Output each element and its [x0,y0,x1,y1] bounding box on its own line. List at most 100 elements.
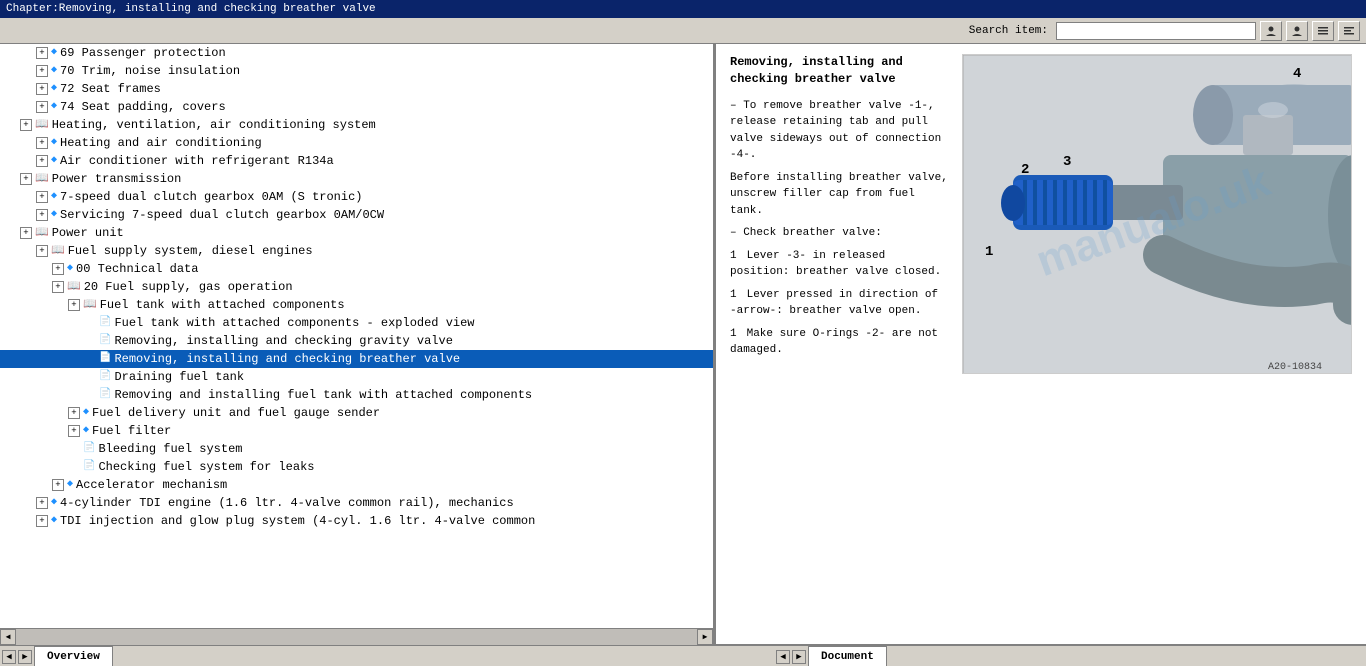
tree-item-label: Removing, installing and checking gravit… [114,333,452,349]
mechanical-illustration: 1 2 3 4 manualo.uk A20-10834 [963,55,1352,374]
tree-item[interactable]: 📄Checking fuel system for leaks [0,458,713,476]
expand-icon[interactable]: + [68,407,80,419]
tree-item[interactable]: +◆72 Seat frames [0,80,713,98]
tree-item-label: 4-cylinder TDI engine (1.6 ltr. 4-valve … [60,495,514,511]
tree-item[interactable]: 📄Bleeding fuel system [0,440,713,458]
tree-item[interactable]: +◆7-speed dual clutch gearbox 0AM (S tro… [0,188,713,206]
user-btn-1[interactable] [1260,21,1282,41]
expand-icon[interactable]: + [36,101,48,113]
expand-icon[interactable]: + [52,479,64,491]
diamond-icon: ◆ [51,189,57,205]
search-input[interactable] [1056,22,1256,40]
expand-icon[interactable]: + [36,65,48,77]
toolbar: Search item: [0,18,1366,44]
title-bar-text: Chapter:Removing, installing and checkin… [6,3,376,15]
expand-icon[interactable]: + [36,191,48,203]
book-icon: 📖 [35,117,49,133]
tree-item-label: 7-speed dual clutch gearbox 0AM (S troni… [60,189,362,205]
expand-icon[interactable]: + [36,497,48,509]
right-tabs: ◀ ▶ Document [770,646,1366,666]
left-panel: +◆69 Passenger protection+◆70 Trim, nois… [0,44,716,644]
tab-document[interactable]: Document [808,646,887,666]
left-arrow[interactable]: ◀ [2,650,16,664]
tree-item[interactable]: +◆Fuel filter [0,422,713,440]
tree-item[interactable]: 📄Removing, installing and checking gravi… [0,332,713,350]
para-remove: – To remove breather valve -1-, release … [730,98,950,164]
diamond-icon: ◆ [51,81,57,97]
tree-item[interactable]: +◆00 Technical data [0,260,713,278]
tree-item[interactable]: 📄Removing, installing and checking breat… [0,350,713,368]
diamond-icon: ◆ [51,99,57,115]
menu-btn-2[interactable] [1338,21,1360,41]
tree-item[interactable]: +◆Accelerator mechanism [0,476,713,494]
expand-icon[interactable]: + [68,425,80,437]
tree-scroll[interactable]: +◆69 Passenger protection+◆70 Trim, nois… [0,44,713,628]
tree-item-label: Power transmission [52,171,182,187]
tree-item[interactable]: +◆Heating and air conditioning [0,134,713,152]
tree-item-label: TDI injection and glow plug system (4-cy… [60,513,535,529]
right-left-arrow[interactable]: ◀ [776,650,790,664]
tree-item[interactable]: +📖Power unit [0,224,713,242]
tree-item[interactable]: +◆69 Passenger protection [0,44,713,62]
main-container: +◆69 Passenger protection+◆70 Trim, nois… [0,44,1366,644]
right-right-arrow[interactable]: ▶ [792,650,806,664]
tree-item-label: 70 Trim, noise insulation [60,63,240,79]
expand-icon[interactable]: + [52,281,64,293]
tree-item[interactable]: +📖Heating, ventilation, air conditioning… [0,116,713,134]
expand-icon[interactable]: + [20,227,32,239]
tree-item[interactable]: +◆70 Trim, noise insulation [0,62,713,80]
right-nav-arrows: ◀ ▶ [774,648,808,666]
bottom-tabs: ◀ ▶ Overview ◀ ▶ Document [0,644,1366,666]
tree-item[interactable]: 📄Fuel tank with attached components - ex… [0,314,713,332]
expand-icon[interactable]: + [36,245,48,257]
expand-icon[interactable]: + [36,515,48,527]
tree-item[interactable]: 📄Draining fuel tank [0,368,713,386]
left-nav-arrows: ◀ ▶ [0,648,34,666]
para-before-install: Before installing breather valve, unscre… [730,170,950,220]
tree-item[interactable]: +📖Power transmission [0,170,713,188]
expand-icon[interactable]: + [20,119,32,131]
tree-item[interactable]: +◆TDI injection and glow plug system (4-… [0,512,713,530]
tree-item[interactable]: +◆Servicing 7-speed dual clutch gearbox … [0,206,713,224]
scroll-right-btn[interactable]: ▶ [697,629,713,645]
tree-item[interactable]: +◆Fuel delivery unit and fuel gauge send… [0,404,713,422]
horizontal-scrollbar[interactable]: ◀ ▶ [0,628,713,644]
para-lever2: 1 Lever pressed in direction of -arrow-:… [730,287,950,320]
tree-item-label: Air conditioner with refrigerant R134a [60,153,334,169]
tab-overview[interactable]: Overview [34,646,113,666]
tree-item[interactable]: +📖Fuel supply system, diesel engines [0,242,713,260]
expand-icon[interactable]: + [20,173,32,185]
doc-image: 1 2 3 4 manualo.uk A20-10834 [962,54,1352,374]
expand-icon[interactable]: + [68,299,80,311]
diamond-icon: ◆ [51,63,57,79]
user-btn-2[interactable] [1286,21,1308,41]
right-arrow[interactable]: ▶ [18,650,32,664]
scroll-track[interactable] [16,629,697,645]
tree-item[interactable]: +◆4-cylinder TDI engine (1.6 ltr. 4-valv… [0,494,713,512]
expand-icon[interactable]: + [52,263,64,275]
expand-icon[interactable]: + [36,137,48,149]
tree-item[interactable]: +📖Fuel tank with attached components [0,296,713,314]
scroll-left-btn[interactable]: ◀ [0,629,16,645]
tree-item-label: 69 Passenger protection [60,45,226,61]
para-lever1: 1 Lever -3- in released position: breath… [730,248,950,281]
menu-btn-1[interactable] [1312,21,1334,41]
tree-item[interactable]: +◆Air conditioner with refrigerant R134a [0,152,713,170]
tree-item-label: Draining fuel tank [114,369,244,385]
tree-item[interactable]: 📄Removing and installing fuel tank with … [0,386,713,404]
doc-icon: 📄 [83,441,95,457]
tree-item[interactable]: +📖20 Fuel supply, gas operation [0,278,713,296]
doc-title: Removing, installing and checking breath… [730,54,950,88]
tree-item-label: 20 Fuel supply, gas operation [84,279,293,295]
book-icon: 📖 [35,225,49,241]
label-4: 4 [1293,66,1301,82]
diamond-icon: ◆ [51,513,57,529]
expand-icon[interactable]: + [36,209,48,221]
title-bar: Chapter:Removing, installing and checkin… [0,0,1366,18]
expand-icon[interactable]: + [36,83,48,95]
left-tabs: ◀ ▶ Overview [0,646,770,666]
tree-item-label: Removing and installing fuel tank with a… [114,387,532,403]
expand-icon[interactable]: + [36,155,48,167]
tree-item[interactable]: +◆74 Seat padding, covers [0,98,713,116]
expand-icon[interactable]: + [36,47,48,59]
